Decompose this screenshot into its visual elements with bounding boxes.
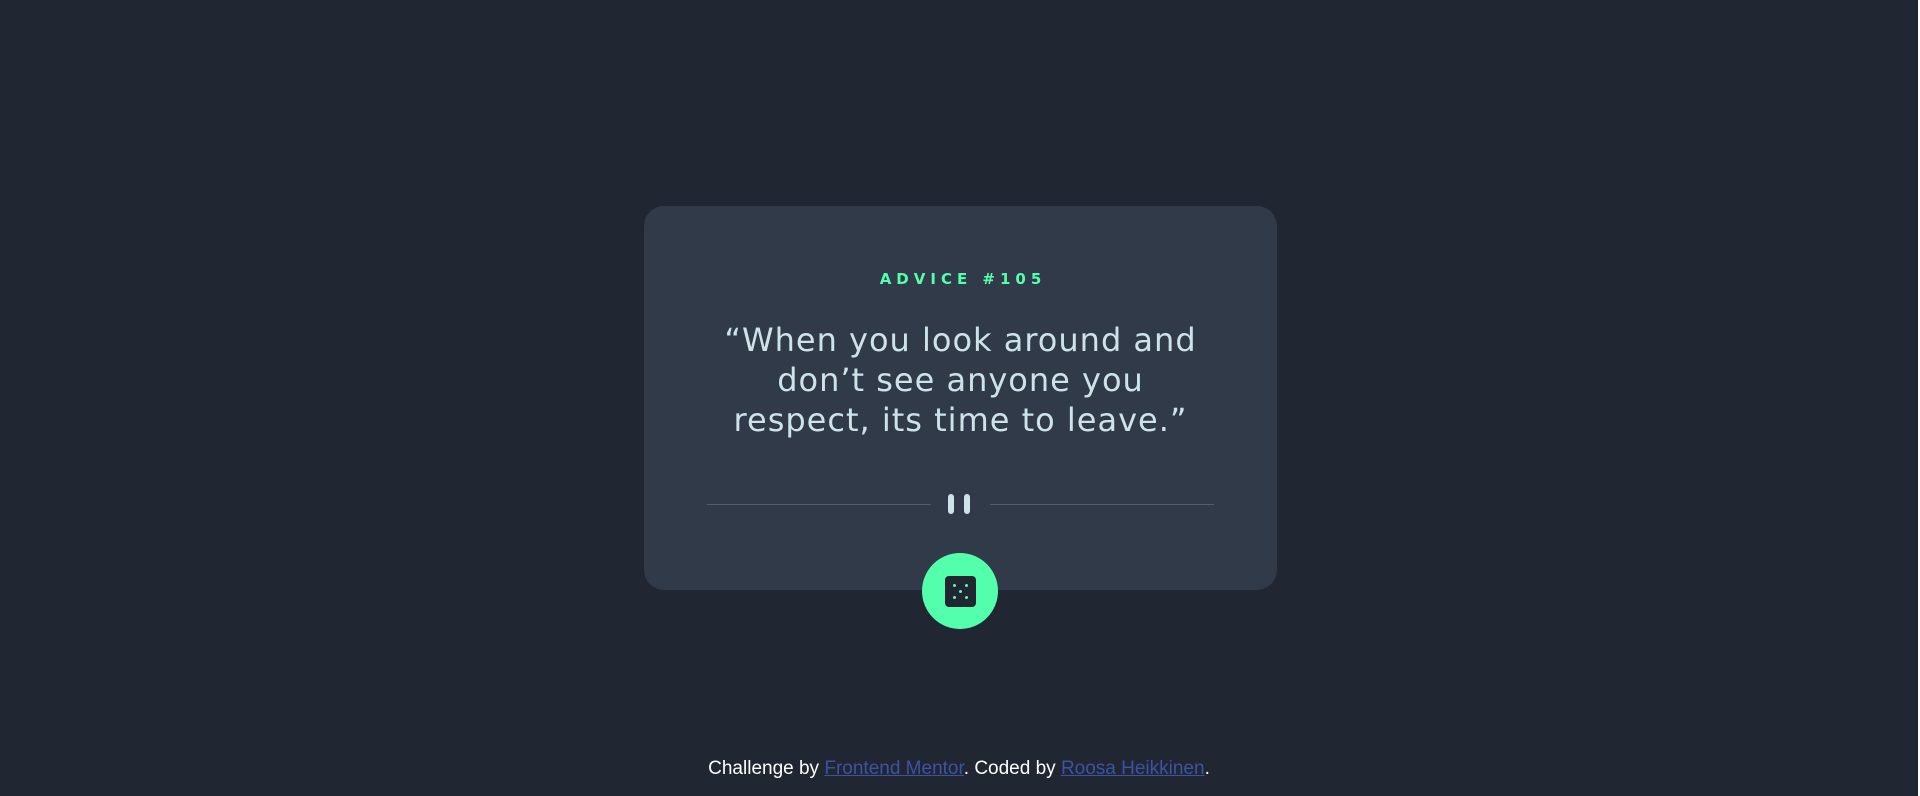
frontend-mentor-link[interactable]: Frontend Mentor: [824, 758, 963, 779]
dice-dot: [953, 596, 956, 599]
dice-dot: [965, 584, 968, 587]
attribution-footer: Challenge by Frontend Mentor. Coded by R…: [0, 757, 1918, 781]
page-background: ADVICE #105 “When you look around and do…: [0, 0, 1918, 796]
dice-dot: [965, 596, 968, 599]
advice-quote: “When you look around and don’t see anyo…: [724, 321, 1197, 439]
divider-line-left: [707, 504, 931, 505]
pause-icon: [948, 494, 974, 514]
pause-bar-right: [964, 494, 970, 514]
dice-dot: [959, 590, 962, 593]
advice-card: ADVICE #105 “When you look around and do…: [644, 206, 1277, 590]
footer-middle: . Coded by: [963, 758, 1061, 779]
advice-number: ADVICE #105: [879, 270, 1047, 288]
new-advice-button[interactable]: [922, 553, 998, 629]
pause-bar-left: [948, 494, 954, 514]
footer-prefix: Challenge by: [708, 758, 825, 779]
divider-line-right: [990, 504, 1214, 505]
dice-dot: [953, 584, 956, 587]
footer-suffix: .: [1204, 758, 1210, 779]
author-link[interactable]: Roosa Heikkinen: [1061, 758, 1205, 779]
dice-icon: [945, 576, 976, 607]
